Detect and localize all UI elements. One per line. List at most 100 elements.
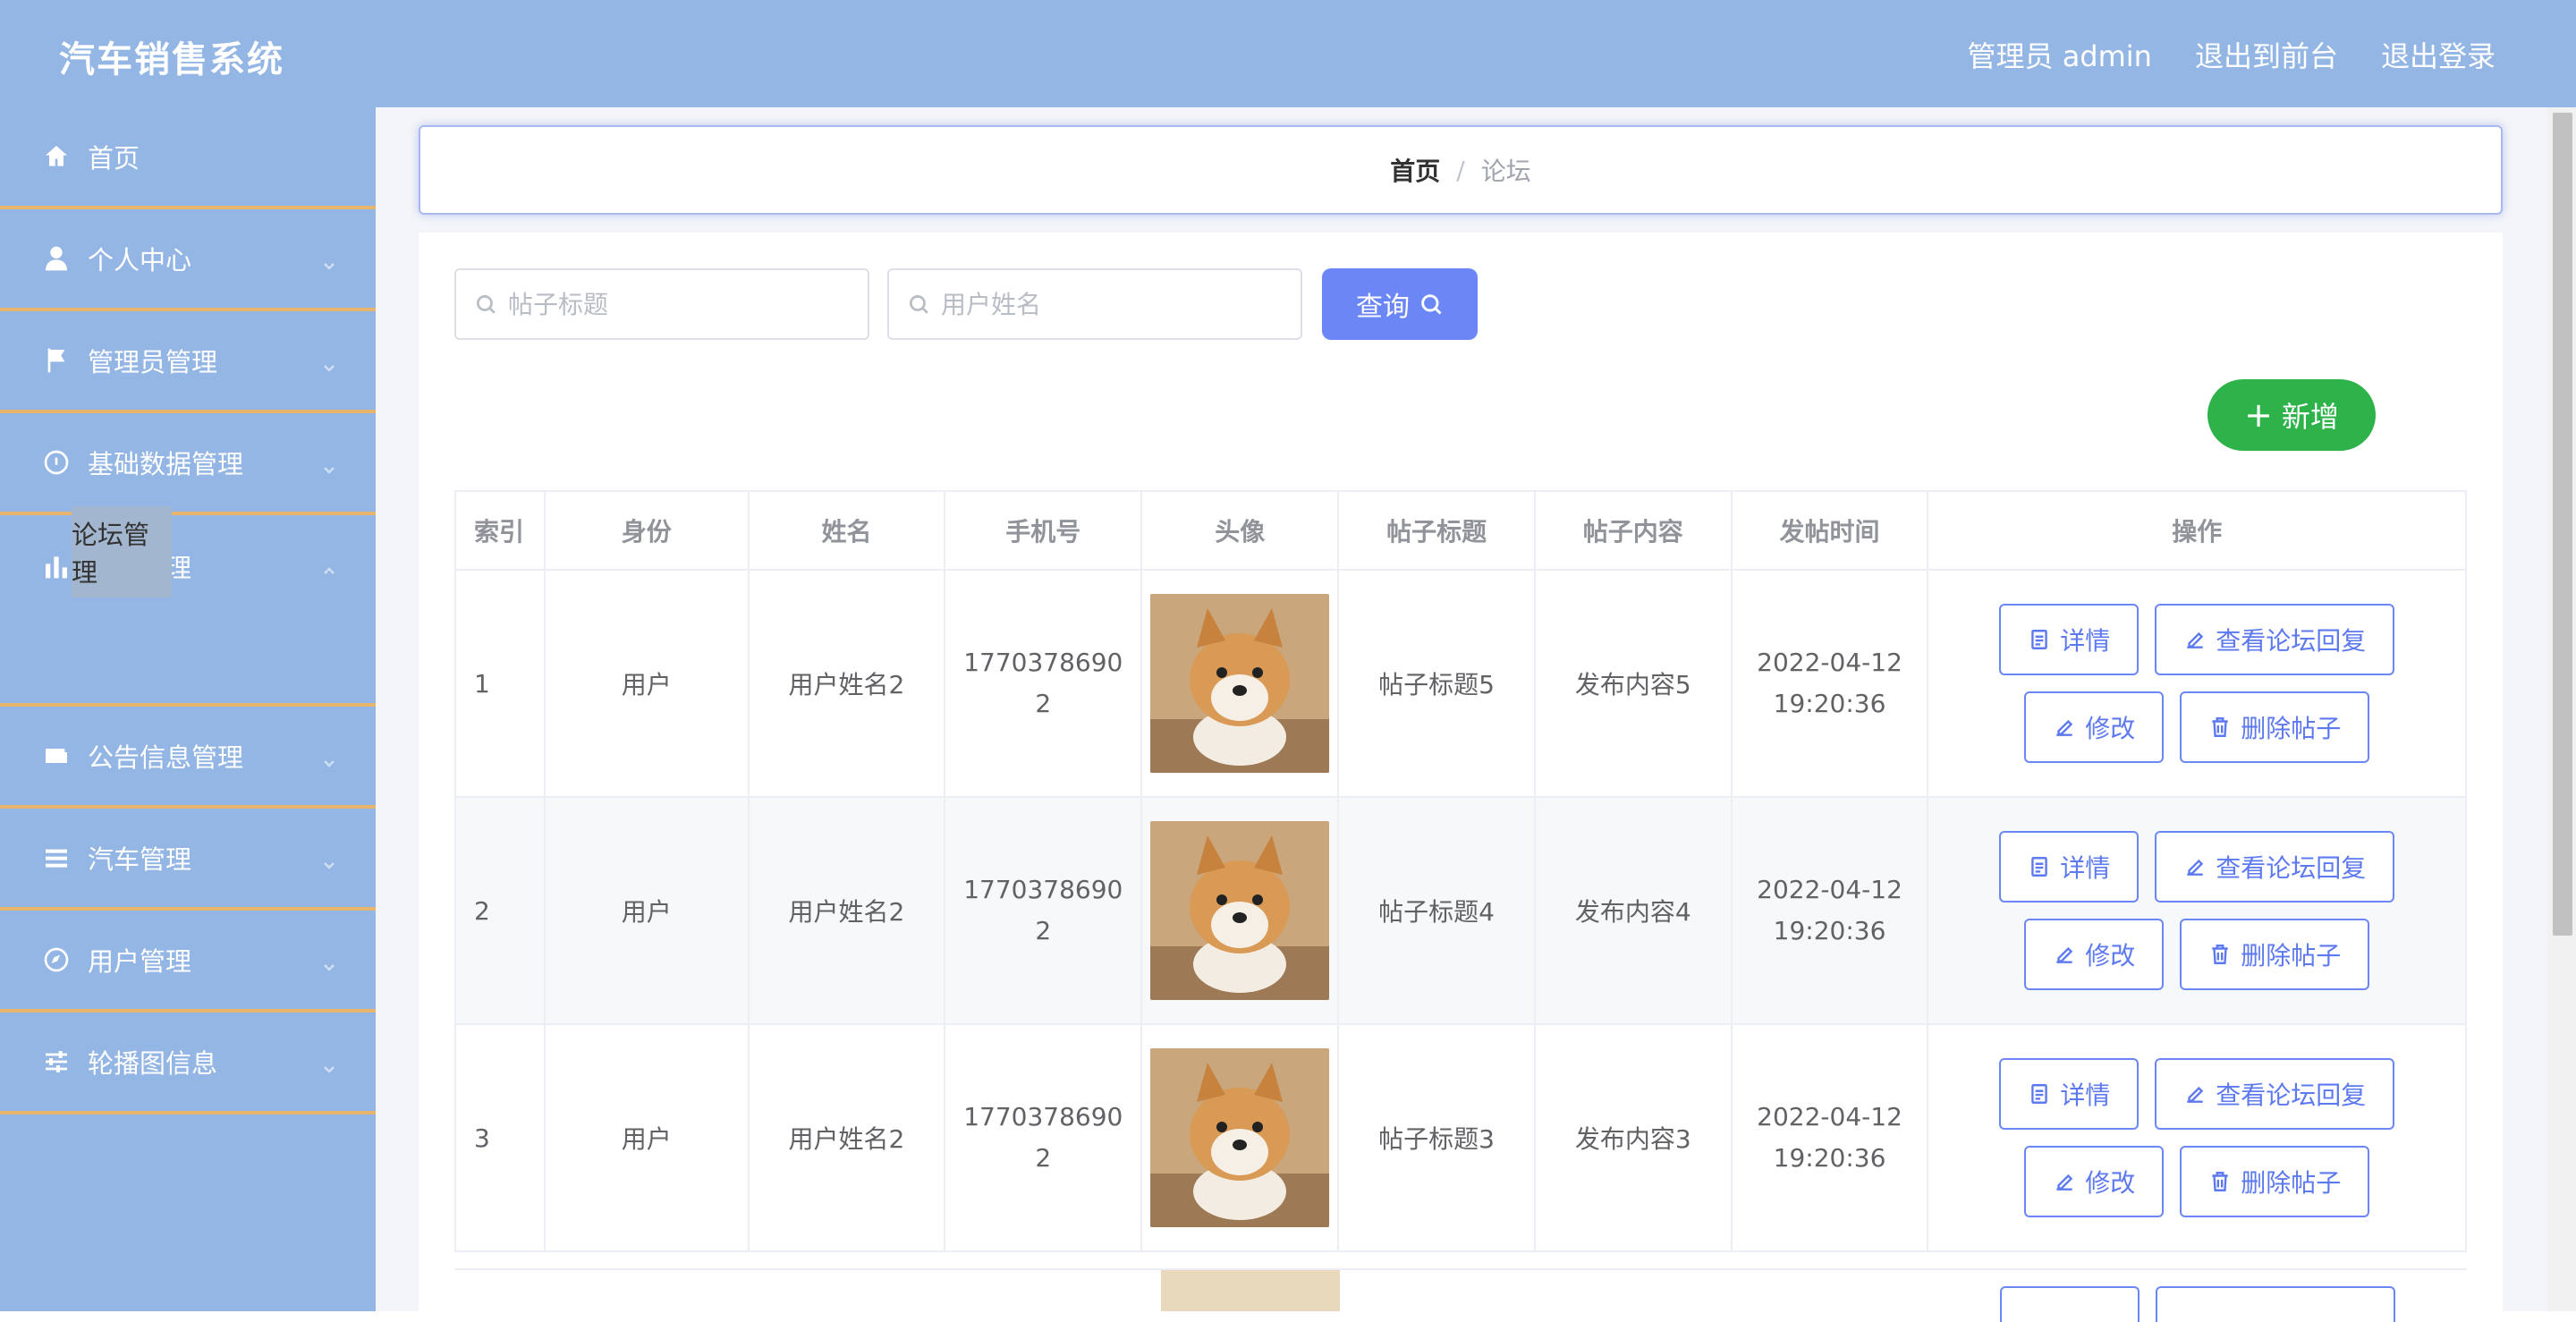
cell-avatar bbox=[1140, 569, 1340, 798]
sidebar-item-label: 用户管理 bbox=[88, 946, 192, 977]
cell-name: 用户姓名2 bbox=[747, 796, 946, 1025]
detail-button[interactable]: 详情 bbox=[1999, 604, 2140, 675]
forum-table: 索引 身份 姓名 手机号 头像 帖子标题 帖子内容 发帖时间 操作 1 用户 用… bbox=[454, 490, 2467, 1252]
pencil-icon bbox=[2056, 946, 2073, 963]
post-title-input[interactable] bbox=[508, 289, 848, 319]
view-reply-button[interactable] bbox=[2156, 1286, 2395, 1322]
user-name-search-field[interactable] bbox=[887, 268, 1302, 340]
column-header-avatar: 头像 bbox=[1140, 490, 1340, 571]
pencil-icon bbox=[2187, 631, 2204, 648]
cell-phone: 1770378690 2 bbox=[944, 796, 1143, 1025]
sidebar-subitem-forum-manage[interactable]: 论坛管理 bbox=[72, 506, 172, 597]
cell-role: 用户 bbox=[543, 796, 750, 1025]
detail-button[interactable]: 详情 bbox=[1999, 831, 2140, 903]
delete-button[interactable]: 删除帖子 bbox=[2180, 1146, 2370, 1217]
view-reply-button-label: 查看论坛回复 bbox=[2216, 626, 2367, 656]
sidebar-item-notice[interactable]: 公告信息管理 bbox=[0, 707, 376, 809]
cell-time: 19:20:36 bbox=[1773, 689, 1886, 718]
column-header-post-time: 发帖时间 bbox=[1730, 490, 1929, 571]
sidebar-item-label: 汽车管理 bbox=[88, 844, 192, 875]
column-header-actions: 操作 bbox=[1927, 490, 2467, 571]
view-reply-button[interactable]: 查看论坛回复 bbox=[2155, 1058, 2395, 1130]
cell-actions: 详情 查看论坛回复 修改 删除帖子 bbox=[1927, 1023, 2467, 1252]
add-button[interactable]: + 新增 bbox=[2207, 379, 2376, 451]
chevron-down-icon bbox=[322, 351, 336, 372]
header-nav: 管理员 admin 退出到前台 退出登录 bbox=[1968, 34, 2496, 75]
cell-phone: 1770378690 2 bbox=[944, 569, 1143, 798]
user-name-input[interactable] bbox=[941, 289, 1281, 319]
cell-phone-line2: 2 bbox=[1035, 916, 1052, 945]
cell-post-content: 发布内容4 bbox=[1533, 796, 1733, 1025]
detail-button-label: 详情 bbox=[2060, 1080, 2111, 1110]
column-header-index: 索引 bbox=[454, 490, 546, 571]
cell-phone: 1770378690 2 bbox=[944, 1023, 1143, 1252]
scrollbar-thumb[interactable] bbox=[2553, 113, 2572, 936]
chevron-up-icon bbox=[322, 555, 336, 574]
pencil-icon bbox=[2187, 1086, 2204, 1103]
cell-post-title: 帖子标题4 bbox=[1337, 796, 1536, 1025]
delete-button[interactable]: 删除帖子 bbox=[2180, 919, 2370, 990]
home-icon bbox=[41, 141, 72, 172]
cell-index: 3 bbox=[454, 1023, 546, 1252]
edit-button-label: 修改 bbox=[2085, 1168, 2136, 1198]
chevron-down-icon bbox=[322, 848, 336, 869]
cell-index: 2 bbox=[454, 796, 546, 1025]
pencil-icon bbox=[2056, 1174, 2073, 1191]
sidebar-item-user[interactable]: 用户管理 bbox=[0, 911, 376, 1013]
admin-label[interactable]: 管理员 admin bbox=[1968, 34, 2152, 75]
trash-icon bbox=[2212, 945, 2228, 964]
view-reply-button[interactable]: 查看论坛回复 bbox=[2155, 604, 2395, 675]
breadcrumb-home[interactable]: 首页 bbox=[1390, 152, 1440, 188]
sidebar-item-carousel[interactable]: 轮播图信息 bbox=[0, 1013, 376, 1114]
edit-button[interactable]: 修改 bbox=[2024, 919, 2165, 990]
table-header-row: 索引 身份 姓名 手机号 头像 帖子标题 帖子内容 发帖时间 操作 bbox=[454, 490, 2467, 571]
avatar[interactable] bbox=[1150, 594, 1330, 773]
query-button[interactable]: 查询 bbox=[1322, 268, 1478, 340]
sidebar-item-base-data[interactable]: 基础数据管理 bbox=[0, 413, 376, 515]
cell-phone-line1: 1770378690 bbox=[963, 648, 1123, 677]
sliders-icon bbox=[41, 1047, 72, 1077]
edit-button[interactable]: 修改 bbox=[2024, 691, 2165, 763]
avatar[interactable] bbox=[1161, 1270, 1340, 1311]
cell-post-content: 发布内容5 bbox=[1533, 569, 1733, 798]
document-icon bbox=[2031, 857, 2047, 877]
edit-button[interactable]: 修改 bbox=[2024, 1146, 2165, 1217]
sidebar-item-label: 轮播图信息 bbox=[88, 1048, 218, 1079]
sidebar-item-label: 公告信息管理 bbox=[88, 742, 244, 773]
chart-bar-icon bbox=[41, 551, 72, 581]
pencil-icon bbox=[2056, 719, 2073, 736]
sidebar-item-forum[interactable]: 论坛管理 bbox=[0, 515, 376, 617]
delete-button[interactable]: 删除帖子 bbox=[2180, 691, 2370, 763]
cell-role: 用户 bbox=[543, 1023, 750, 1252]
table-row: 1 用户 用户姓名2 1770378690 2 帖子标题5 发布内容5 2022… bbox=[454, 569, 2467, 798]
sidebar-item-car[interactable]: 汽车管理 bbox=[0, 809, 376, 911]
post-title-search-field[interactable] bbox=[454, 268, 869, 340]
logout-link[interactable]: 退出登录 bbox=[2381, 34, 2496, 75]
avatar[interactable] bbox=[1150, 1048, 1330, 1227]
chevron-down-icon bbox=[322, 453, 336, 474]
sidebar-item-home[interactable]: 首页 bbox=[0, 107, 376, 209]
exit-front-link[interactable]: 退出到前台 bbox=[2195, 34, 2338, 75]
app-title: 汽车销售系统 bbox=[59, 39, 284, 81]
sidebar-item-profile[interactable]: 个人中心 bbox=[0, 209, 376, 311]
sidebar-item-admin[interactable]: 管理员管理 bbox=[0, 311, 376, 413]
view-reply-button-label: 查看论坛回复 bbox=[2216, 853, 2367, 883]
view-reply-button[interactable]: 查看论坛回复 bbox=[2155, 831, 2395, 903]
avatar[interactable] bbox=[1150, 821, 1330, 1000]
edit-button-label: 修改 bbox=[2085, 941, 2136, 970]
chevron-down-icon bbox=[322, 249, 336, 270]
table-row: 3 用户 用户姓名2 1770378690 2 帖子标题3 发布内容3 2022… bbox=[454, 1023, 2467, 1252]
detail-button-label: 详情 bbox=[2060, 626, 2111, 656]
wallet-icon bbox=[41, 741, 72, 771]
cell-name: 用户姓名2 bbox=[747, 569, 946, 798]
detail-button[interactable]: 详情 bbox=[1999, 1058, 2140, 1130]
document-icon bbox=[2031, 630, 2047, 649]
cell-post-time: 2022-04-12 19:20:36 bbox=[1730, 796, 1929, 1025]
table-row: 2 用户 用户姓名2 1770378690 2 帖子标题4 发布内容4 2022… bbox=[454, 796, 2467, 1025]
cell-avatar bbox=[1140, 1023, 1340, 1252]
cell-role: 用户 bbox=[543, 569, 750, 798]
pencil-icon bbox=[2187, 859, 2204, 876]
cell-post-time: 2022-04-12 19:20:36 bbox=[1730, 1023, 1929, 1252]
detail-button[interactable] bbox=[2000, 1286, 2140, 1322]
column-header-post-title: 帖子标题 bbox=[1337, 490, 1536, 571]
